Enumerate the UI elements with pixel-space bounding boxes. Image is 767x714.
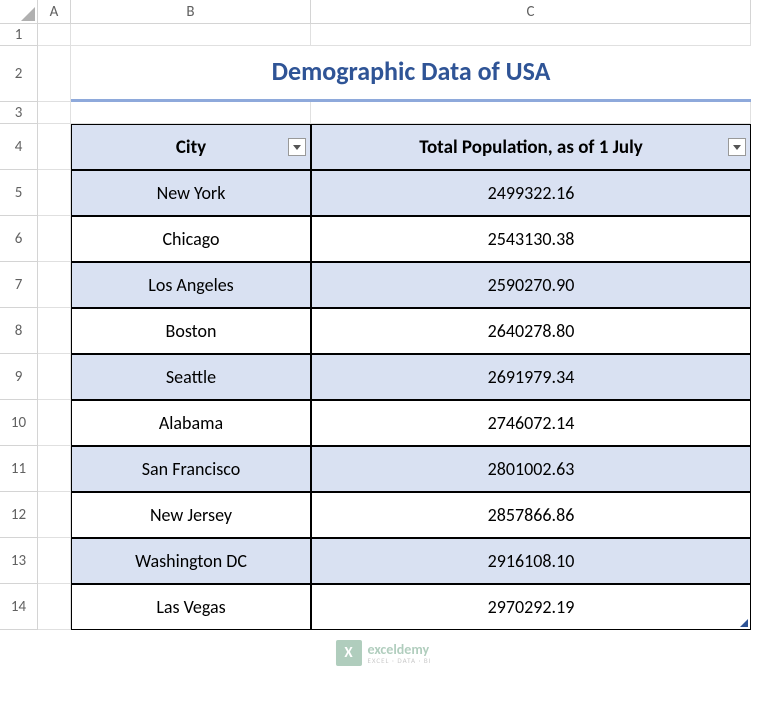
cell-a11[interactable] xyxy=(38,446,71,492)
cell-a7[interactable] xyxy=(38,262,71,308)
row-header-11[interactable]: 11 xyxy=(0,446,38,492)
row-header-2[interactable]: 2 xyxy=(0,46,38,102)
table-cell-population[interactable]: 2746072.14 xyxy=(311,400,751,446)
cell-c3[interactable] xyxy=(311,102,751,124)
header-population-label: Total Population, as of 1 July xyxy=(419,136,643,159)
table-cell-population[interactable]: 2590270.90 xyxy=(311,262,751,308)
table-cell-population[interactable]: 2543130.38 xyxy=(311,216,751,262)
table-cell-population[interactable]: 2640278.80 xyxy=(311,308,751,354)
table-cell-population[interactable]: 2916108.10 xyxy=(311,538,751,584)
row-header-10[interactable]: 10 xyxy=(0,400,38,446)
cell-a6[interactable] xyxy=(38,216,71,262)
table-cell-population[interactable]: 2691979.34 xyxy=(311,354,751,400)
row-header-3[interactable]: 3 xyxy=(0,102,38,124)
cell-b3[interactable] xyxy=(71,102,311,124)
cell-a2[interactable] xyxy=(38,46,71,102)
table-cell-city[interactable]: Chicago xyxy=(71,216,311,262)
table-cell-city[interactable]: New York xyxy=(71,170,311,216)
cell-b1[interactable] xyxy=(71,24,311,46)
row-header-12[interactable]: 12 xyxy=(0,492,38,538)
table-cell-population[interactable]: 2499322.16 xyxy=(311,170,751,216)
cell-a10[interactable] xyxy=(38,400,71,446)
cell-a3[interactable] xyxy=(38,102,71,124)
table-cell-city[interactable]: Boston xyxy=(71,308,311,354)
excel-icon: X xyxy=(335,640,361,666)
cell-a5[interactable] xyxy=(38,170,71,216)
filter-population-button[interactable] xyxy=(728,138,746,156)
table-cell-city[interactable]: Seattle xyxy=(71,354,311,400)
cell-a12[interactable] xyxy=(38,492,71,538)
row-header-14[interactable]: 14 xyxy=(0,584,38,630)
cell-c1[interactable] xyxy=(311,24,751,46)
table-header-city[interactable]: City xyxy=(71,124,311,170)
spreadsheet-grid: A B C 1 2 Demographic Data of USA 3 4 Ci… xyxy=(0,0,767,630)
cell-a13[interactable] xyxy=(38,538,71,584)
watermark-title: exceldemy xyxy=(367,643,431,657)
table-cell-city[interactable]: New Jersey xyxy=(71,492,311,538)
col-header-b[interactable]: B xyxy=(71,0,311,24)
row-header-5[interactable]: 5 xyxy=(0,170,38,216)
cell-a14[interactable] xyxy=(38,584,71,630)
cell-a8[interactable] xyxy=(38,308,71,354)
col-header-a[interactable]: A xyxy=(38,0,71,24)
table-resize-handle[interactable] xyxy=(740,619,748,627)
select-all-corner[interactable] xyxy=(0,0,38,24)
page-title[interactable]: Demographic Data of USA xyxy=(71,46,751,102)
table-cell-city[interactable]: Los Angeles xyxy=(71,262,311,308)
cell-a4[interactable] xyxy=(38,124,71,170)
col-header-c[interactable]: C xyxy=(311,0,751,24)
row-header-13[interactable]: 13 xyxy=(0,538,38,584)
cell-a1[interactable] xyxy=(38,24,71,46)
table-cell-city[interactable]: Washington DC xyxy=(71,538,311,584)
filter-city-button[interactable] xyxy=(288,138,306,156)
watermark-subtitle: EXCEL · DATA · BI xyxy=(367,657,431,664)
row-header-7[interactable]: 7 xyxy=(0,262,38,308)
cell-a9[interactable] xyxy=(38,354,71,400)
row-header-8[interactable]: 8 xyxy=(0,308,38,354)
table-cell-population[interactable]: 2970292.19 xyxy=(311,584,751,630)
table-cell-population[interactable]: 2801002.63 xyxy=(311,446,751,492)
row-header-6[interactable]: 6 xyxy=(0,216,38,262)
table-cell-population[interactable]: 2857866.86 xyxy=(311,492,751,538)
watermark: X exceldemy EXCEL · DATA · BI xyxy=(335,640,431,666)
table-header-population[interactable]: Total Population, as of 1 July xyxy=(311,124,751,170)
row-header-4[interactable]: 4 xyxy=(0,124,38,170)
table-cell-city[interactable]: Las Vegas xyxy=(71,584,311,630)
header-city-label: City xyxy=(176,136,206,159)
table-cell-city[interactable]: San Francisco xyxy=(71,446,311,492)
row-header-1[interactable]: 1 xyxy=(0,24,38,46)
table-cell-city[interactable]: Alabama xyxy=(71,400,311,446)
row-header-9[interactable]: 9 xyxy=(0,354,38,400)
